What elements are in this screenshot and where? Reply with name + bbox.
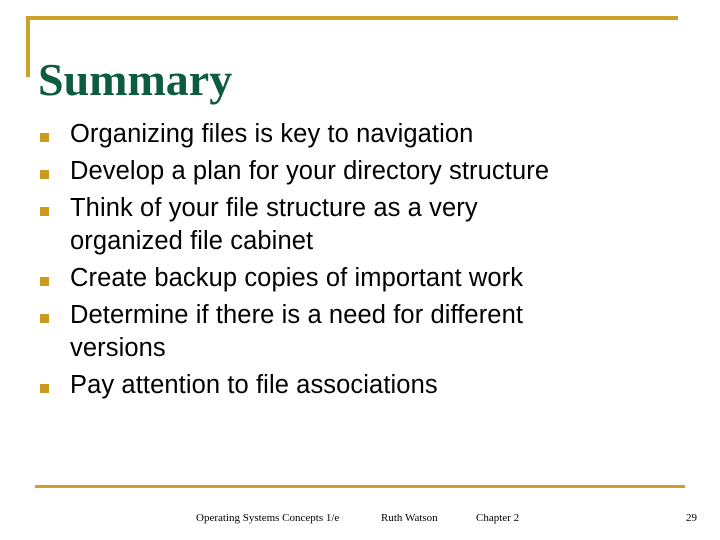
list-item-line: Develop a plan for your directory struct… — [70, 157, 550, 185]
list-item-line: Organizing files is key to navigation — [70, 120, 474, 148]
page-title: Summary — [38, 53, 233, 105]
list-item: Develop a plan for your directory struct… — [40, 155, 660, 188]
bullet-list: Organizing files is key to navigation De… — [40, 118, 660, 406]
square-bullet-icon — [40, 133, 49, 142]
slide-page-number: 29 — [686, 512, 697, 524]
title-top-rule — [26, 16, 678, 20]
list-item: Think of your file structure as a very o… — [40, 192, 660, 258]
slide: Summary Organizing files is key to navig… — [0, 0, 720, 540]
list-item-label: Organizing files is key to navigation — [70, 118, 660, 151]
list-item-label: Create backup copies of important work — [70, 262, 660, 295]
square-bullet-icon — [40, 170, 49, 179]
list-item-label: Pay attention to file associations — [70, 369, 660, 402]
footer-course-title: Operating Systems Concepts 1/e — [196, 512, 340, 524]
list-item-line: Pay attention to file associations — [70, 371, 438, 399]
square-bullet-icon — [40, 314, 49, 323]
list-item-line: Think of your file structure as a very — [70, 194, 478, 222]
list-item-label: Think of your file structure as a very o… — [70, 192, 660, 258]
square-bullet-icon — [40, 277, 49, 286]
footer-divider — [35, 485, 685, 488]
list-item-label: Determine if there is a need for differe… — [70, 299, 660, 365]
list-item: Create backup copies of important work — [40, 262, 660, 295]
list-item-line: versions — [70, 334, 166, 362]
footer-chapter: Chapter 2 — [476, 512, 520, 524]
footer: Operating Systems Concepts 1/e Ruth Wats… — [0, 508, 720, 532]
list-item-line: organized file cabinet — [70, 227, 314, 255]
list-item-line: Create backup copies of important work — [70, 264, 524, 292]
list-item-label: Develop a plan for your directory struct… — [70, 155, 660, 188]
title-left-rule — [26, 16, 30, 77]
list-item-line: Determine if there is a need for differe… — [70, 301, 524, 329]
list-item: Pay attention to file associations — [40, 369, 660, 402]
list-item: Organizing files is key to navigation — [40, 118, 660, 151]
footer-author: Ruth Watson — [381, 512, 438, 524]
square-bullet-icon — [40, 207, 49, 216]
square-bullet-icon — [40, 384, 49, 393]
list-item: Determine if there is a need for differe… — [40, 299, 660, 365]
